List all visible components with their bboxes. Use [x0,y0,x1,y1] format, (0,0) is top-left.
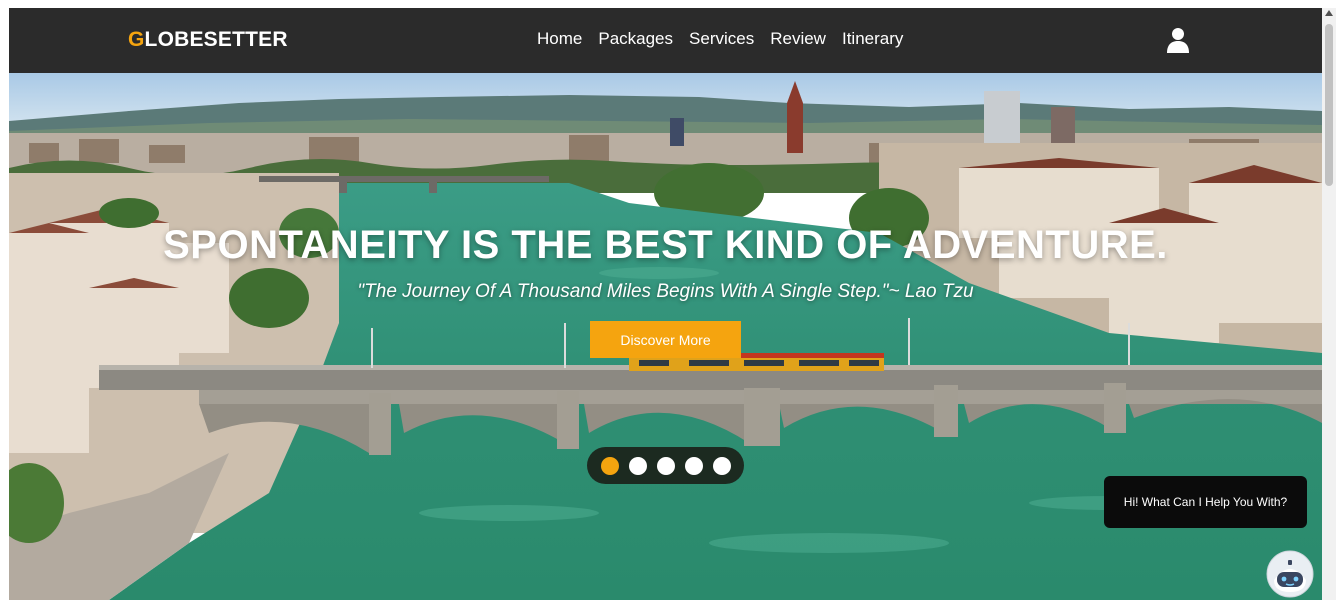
hero-quote: "The Journey Of A Thousand Miles Begins … [357,281,974,302]
carousel-dot-4[interactable] [684,456,703,475]
carousel-dot-5[interactable] [712,456,731,475]
hero-title: SPONTANEITY IS THE BEST KIND OF ADVENTUR… [163,223,1168,267]
nav-link-home[interactable]: Home [537,29,582,49]
nav-link-review[interactable]: Review [770,29,826,49]
discover-more-button[interactable]: Discover More [590,321,741,358]
user-icon[interactable] [1167,27,1189,53]
carousel-dot-3[interactable] [656,456,675,475]
carousel-dot-2[interactable] [628,456,647,475]
scrollbar-thumb[interactable] [1325,24,1333,186]
chat-greeting-bubble[interactable]: Hi! What Can I Help You With? [1104,476,1307,528]
nav-links: Home Packages Services Review Itinerary [537,29,903,49]
navbar: GLOBESETTER Home Packages Services Revie… [9,8,1322,73]
logo-first-letter: G [128,28,145,51]
nav-link-services[interactable]: Services [689,29,754,49]
scroll-up-arrow-icon[interactable] [1325,10,1333,16]
page-frame: GLOBESETTER Home Packages Services Revie… [9,8,1322,600]
carousel-indicators [587,447,744,484]
nav-link-packages[interactable]: Packages [598,29,673,49]
nav-link-itinerary[interactable]: Itinerary [842,29,903,49]
logo-rest: LOBESETTER [144,28,288,51]
robot-icon[interactable] [1266,550,1314,598]
hero-section: SPONTANEITY IS THE BEST KIND OF ADVENTUR… [9,73,1322,600]
carousel-dot-1[interactable] [600,456,619,475]
site-logo[interactable]: GLOBESETTER [128,28,288,52]
page-scrollbar[interactable] [1322,8,1336,600]
